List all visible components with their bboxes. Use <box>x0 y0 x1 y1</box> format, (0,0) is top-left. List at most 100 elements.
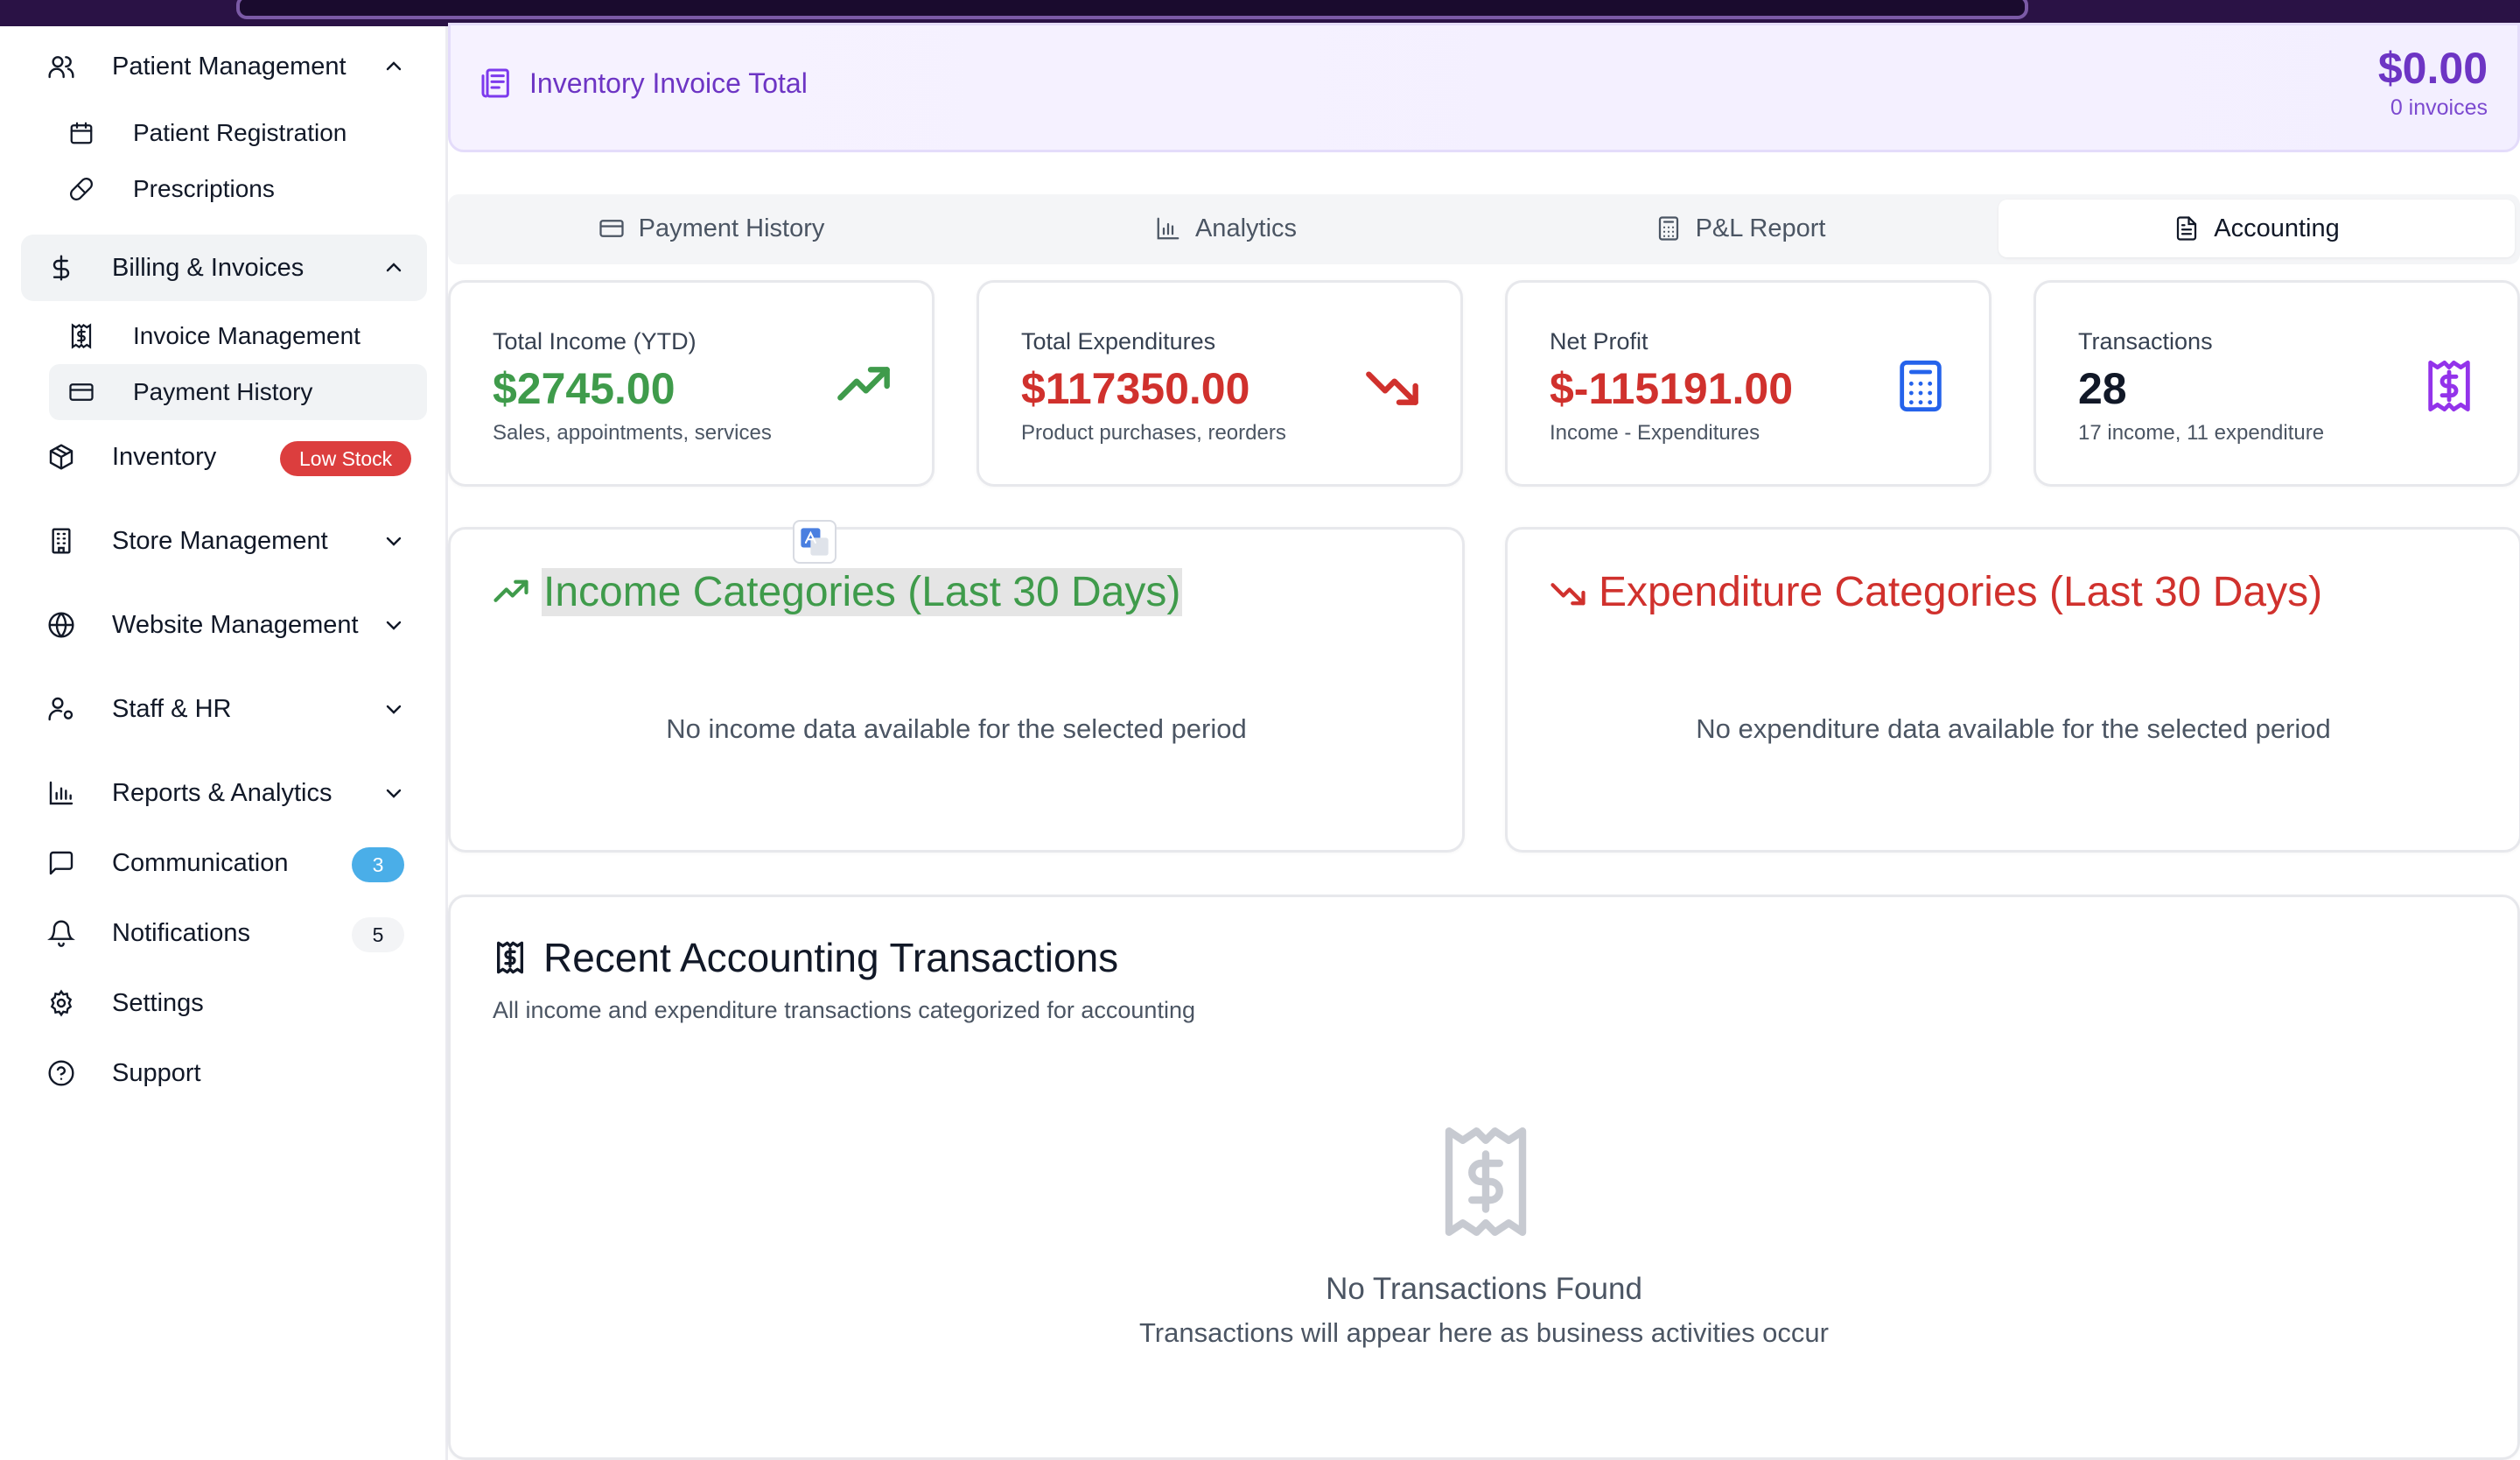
chevron-down-icon[interactable] <box>383 698 404 719</box>
no-transactions-title: No Transactions Found <box>1326 1272 1642 1306</box>
tab-label: P&L Report <box>1695 214 1826 242</box>
sidebar-item-support[interactable]: Support <box>21 1040 427 1106</box>
trending-up-icon <box>837 367 890 401</box>
stat-card-transactions: Transactions 28 17 income, 11 expenditur… <box>2034 280 2520 487</box>
sidebar-item-website-management[interactable]: Website Management <box>21 592 427 658</box>
translate-icon <box>801 528 829 556</box>
tab-accounting[interactable]: Accounting <box>1998 200 2515 257</box>
tab-bar: Payment History Analytics P&L Report Acc… <box>448 194 2520 264</box>
sidebar-item-label: Prescriptions <box>133 175 275 202</box>
sidebar-item-label: Billing & Invoices <box>112 253 304 282</box>
sidebar-item-staff-hr[interactable]: Staff & HR <box>21 676 427 742</box>
calculator-icon <box>1658 216 1678 241</box>
stat-subtitle: 17 income, 11 expenditure <box>2078 421 2325 445</box>
help-circle-icon <box>48 1060 74 1086</box>
chevron-down-icon[interactable] <box>383 783 404 804</box>
unread-count-badge: 3 <box>352 847 404 882</box>
sidebar-item-label: Patient Management <box>112 52 346 81</box>
sidebar: Patient Management Patient Registration … <box>0 26 448 1460</box>
stat-label: Total Expenditures <box>1021 328 1216 354</box>
gear-icon <box>50 989 73 1017</box>
translate-button[interactable] <box>793 520 836 564</box>
receipt-icon <box>1445 1127 1527 1236</box>
tab-analytics[interactable]: Analytics <box>968 200 1484 257</box>
stat-label: Net Profit <box>1550 328 1648 354</box>
recent-transactions-card: Recent Accounting Transactions All incom… <box>448 895 2520 1460</box>
credit-card-icon <box>599 220 624 237</box>
bar-chart-icon <box>49 781 74 805</box>
receipt-icon <box>71 323 92 349</box>
building-icon <box>52 528 71 554</box>
expenditure-categories-title: Expenditure Categories (Last 30 Days) <box>1599 569 2323 615</box>
trending-up-icon <box>494 579 528 602</box>
sidebar-item-notifications[interactable]: Notifications 5 <box>21 900 427 966</box>
trending-down-icon <box>1550 582 1586 605</box>
stat-subtitle: Sales, appointments, services <box>493 421 772 445</box>
globe-icon <box>48 612 74 638</box>
sidebar-item-payment-history[interactable]: Payment History <box>49 364 427 420</box>
stat-label: Total Income (YTD) <box>493 328 696 354</box>
sidebar-item-label: Website Management <box>112 610 359 639</box>
income-empty-message: No income data available for the selecte… <box>666 713 1247 744</box>
sidebar-item-store-management[interactable]: Store Management <box>21 508 427 574</box>
inventory-invoice-banner: Inventory Invoice Total $0.00 0 invoices <box>448 23 2520 152</box>
sidebar-item-reports-analytics[interactable]: Reports & Analytics <box>21 760 427 826</box>
income-categories-title: Income Categories (Last 30 Days) <box>542 568 1183 616</box>
sidebar-item-invoice-management[interactable]: Invoice Management <box>49 308 427 364</box>
calculator-icon <box>1900 360 1942 412</box>
receipt-stack-icon <box>481 68 509 98</box>
chevron-up-icon[interactable] <box>383 56 404 77</box>
sidebar-item-label: Reports & Analytics <box>112 778 332 807</box>
sidebar-item-label: Settings <box>112 988 204 1017</box>
income-categories-header: Income Categories (Last 30 Days) <box>493 568 1183 616</box>
no-transactions-description: Transactions will appear here as busines… <box>1139 1317 1829 1348</box>
main-content: Inventory Invoice Total $0.00 0 invoices… <box>448 23 2520 1460</box>
sidebar-item-inventory[interactable]: Inventory Low Stock <box>21 424 427 490</box>
sidebar-item-settings[interactable]: Settings <box>21 970 427 1036</box>
chevron-down-icon[interactable] <box>383 614 404 635</box>
bell-icon <box>47 920 75 947</box>
chevron-up-icon[interactable] <box>383 257 404 278</box>
expenditure-categories-card: Expenditure Categories (Last 30 Days) No… <box>1505 527 2520 853</box>
stat-value: $2745.00 <box>493 364 676 413</box>
address-bar[interactable] <box>236 0 2028 19</box>
sidebar-item-patient-registration[interactable]: Patient Registration <box>49 105 427 161</box>
sidebar-item-patient-management[interactable]: Patient Management <box>21 33 427 100</box>
sidebar-item-billing-invoices[interactable]: Billing & Invoices <box>21 235 427 301</box>
stat-subtitle: Income - Expenditures <box>1550 421 1760 445</box>
trending-down-icon <box>1366 371 1418 405</box>
banner-title: Inventory Invoice Total <box>529 67 808 99</box>
user-cog-icon <box>48 697 74 721</box>
dollar-icon <box>52 255 70 281</box>
stat-card-total-expenditures: Total Expenditures $117350.00 Product pu… <box>976 280 1463 487</box>
sidebar-item-prescriptions[interactable]: Prescriptions <box>49 161 427 217</box>
receipt-icon <box>497 941 523 974</box>
credit-card-icon <box>69 383 94 401</box>
message-icon <box>49 851 74 875</box>
expenditure-categories-header: Expenditure Categories (Last 30 Days) <box>1550 568 2322 616</box>
sidebar-item-label: Payment History <box>133 378 313 405</box>
notification-count-badge: 5 <box>352 917 404 952</box>
bar-chart-icon <box>1157 217 1180 240</box>
pill-icon <box>70 178 93 200</box>
chevron-down-icon[interactable] <box>383 530 404 551</box>
stat-label: Transactions <box>2078 328 2213 354</box>
stat-value: $117350.00 <box>1021 364 1250 413</box>
income-categories-card: Income Categories (Last 30 Days) No inco… <box>448 527 1465 853</box>
low-stock-badge: Low Stock <box>280 441 412 476</box>
file-text-icon <box>2177 216 2197 241</box>
stat-subtitle: Product purchases, reorders <box>1021 421 1286 445</box>
receipt-icon <box>2428 360 2470 412</box>
tab-label: Accounting <box>2214 214 2340 242</box>
tab-payment-history[interactable]: Payment History <box>453 200 970 257</box>
sidebar-item-label: Notifications <box>112 918 250 947</box>
tab-pl-report[interactable]: P&L Report <box>1482 200 1998 257</box>
sidebar-item-label: Staff & HR <box>112 694 232 723</box>
calendar-icon <box>70 122 93 144</box>
sidebar-item-communication[interactable]: Communication 3 <box>21 830 427 896</box>
sidebar-item-label: Invoice Management <box>133 322 360 349</box>
stat-value: $-115191.00 <box>1550 364 1794 413</box>
recent-transactions-title: Recent Accounting Transactions <box>543 935 1119 980</box>
banner-invoice-count: 0 invoices <box>2390 95 2488 120</box>
recent-transactions-header: Recent Accounting Transactions <box>493 934 1118 981</box>
